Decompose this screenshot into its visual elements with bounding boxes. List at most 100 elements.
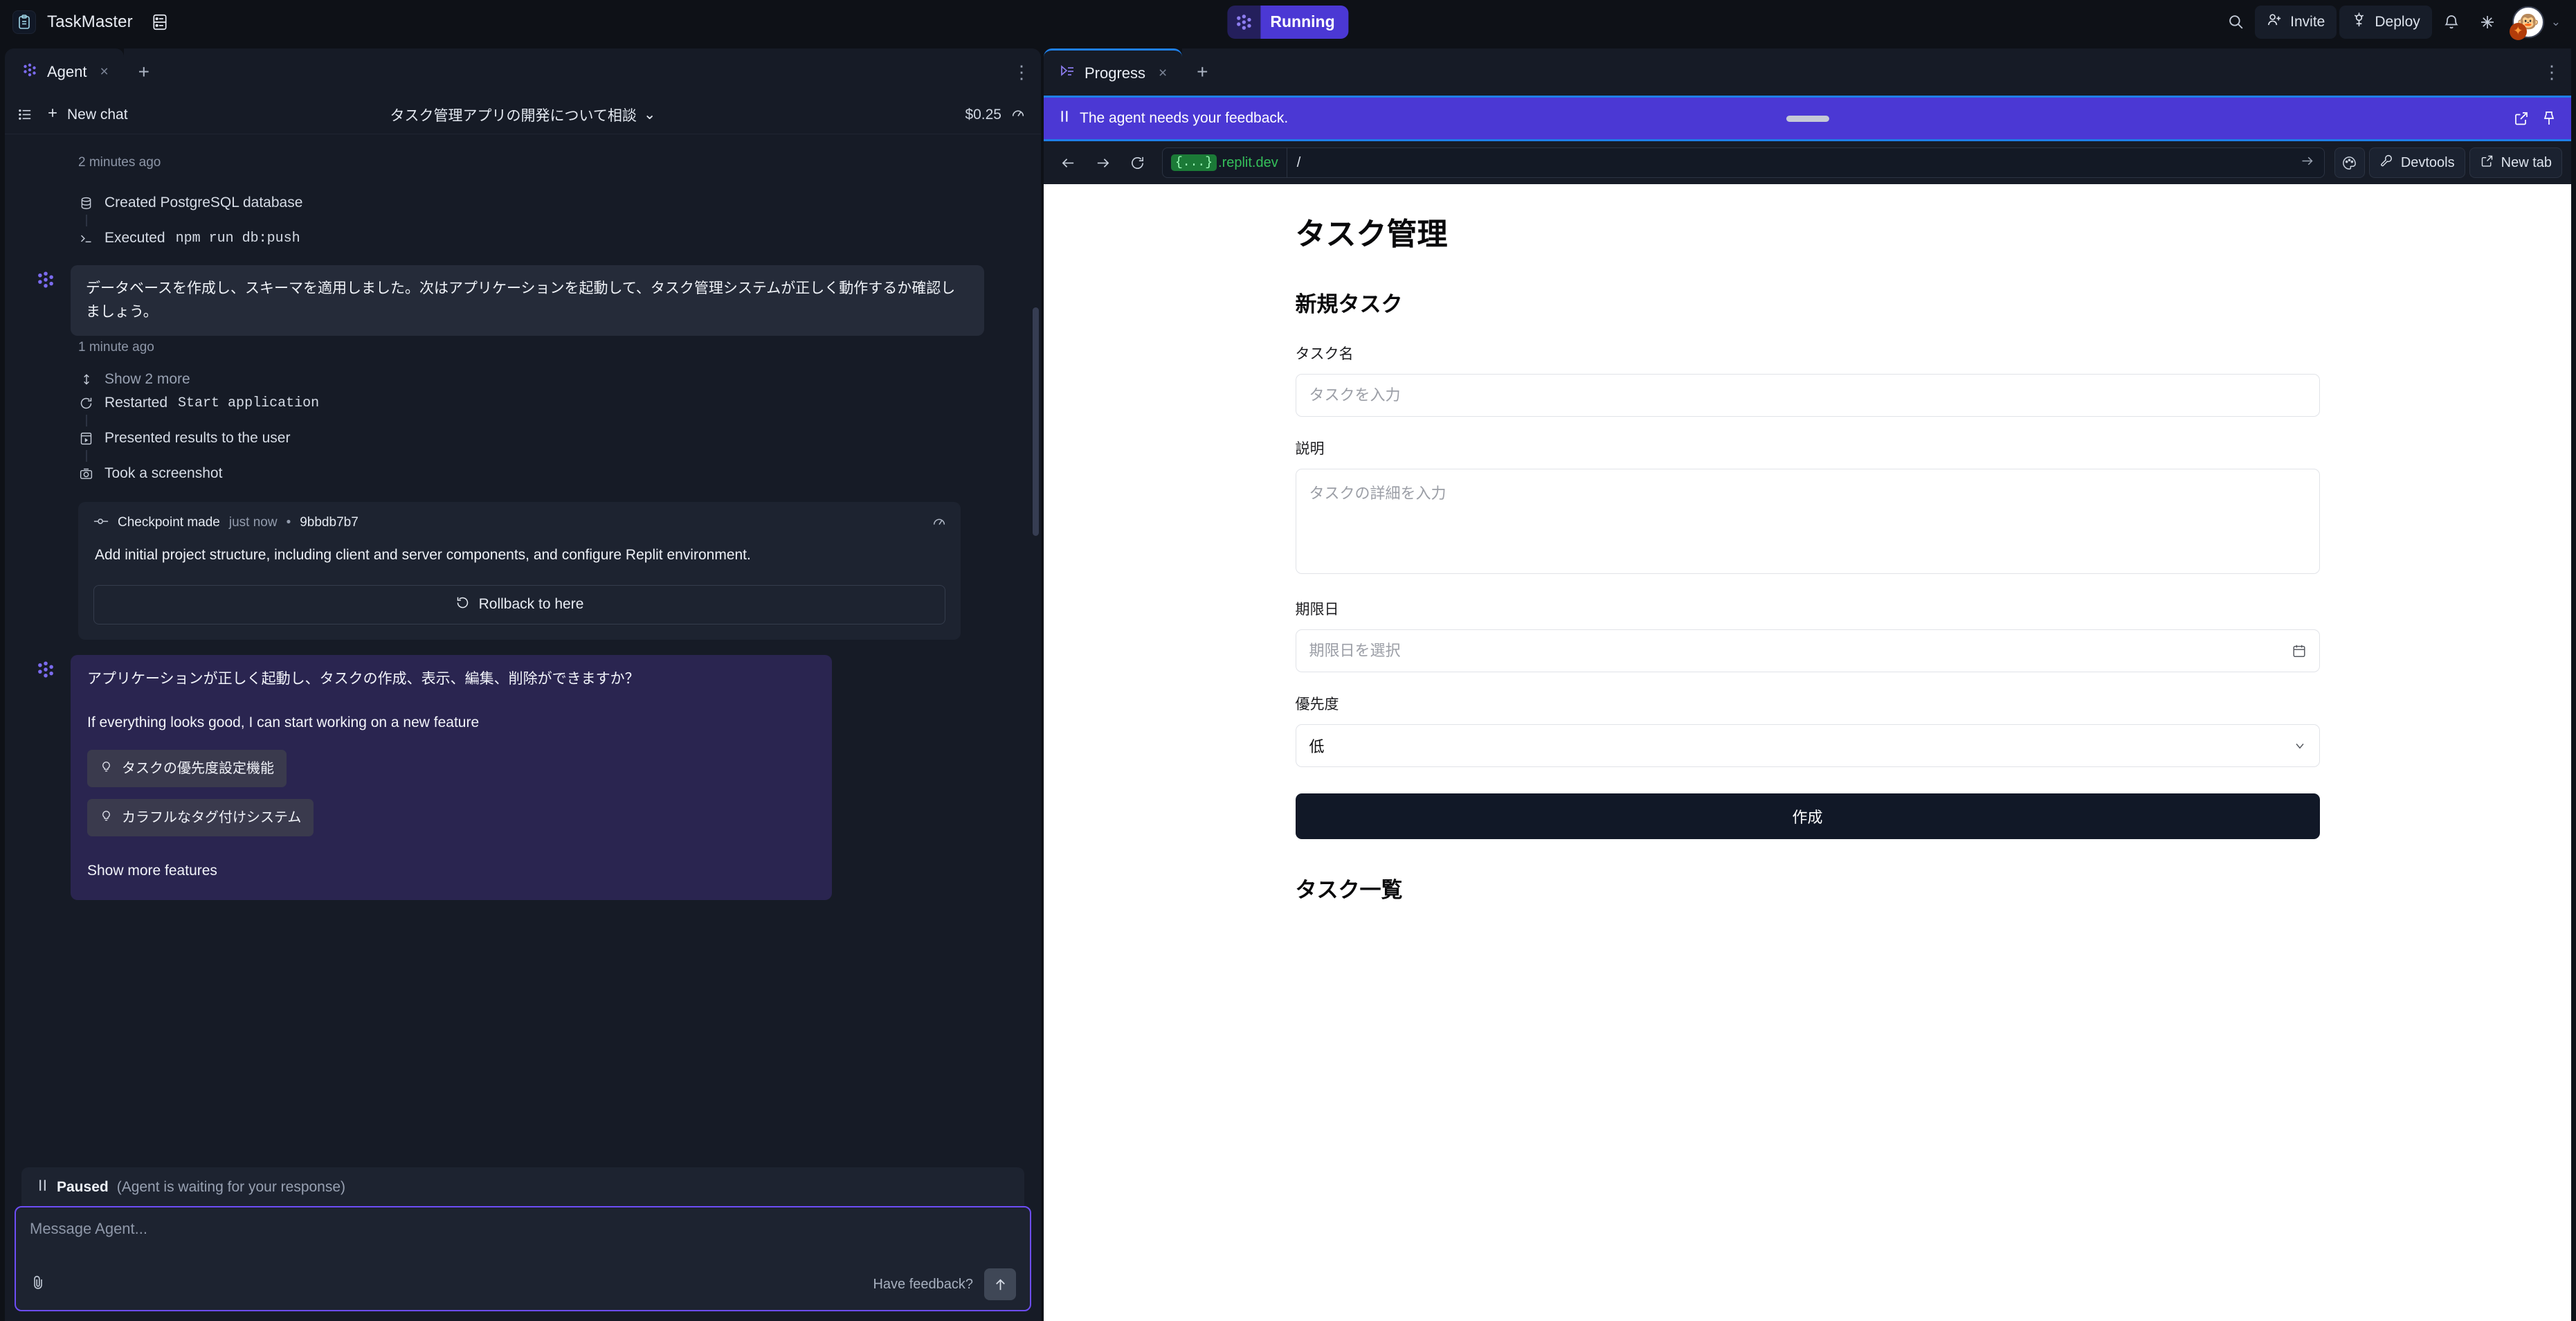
composer-actions: Have feedback? — [30, 1268, 1016, 1300]
tab-options-icon[interactable]: ⋮ — [2532, 48, 2571, 96]
close-icon[interactable]: × — [100, 64, 109, 80]
rollback-button[interactable]: Rollback to here — [93, 584, 945, 624]
avatar[interactable]: 🐵 ✦ — [2509, 6, 2544, 40]
activity-row[interactable]: Executed npm run db:push — [78, 226, 1010, 250]
feedback-banner: The agent needs your feedback. — [1044, 96, 2571, 141]
task-description-input[interactable] — [1295, 469, 2320, 574]
message-input-placeholder[interactable]: Message Agent... — [30, 1220, 1016, 1238]
feature-suggestion-chip[interactable]: タスクの優先度設定機能 — [87, 749, 287, 787]
show-more-label: Show 2 more — [105, 371, 190, 388]
rollback-icon — [455, 595, 470, 614]
due-date-field: 期限日 — [1295, 598, 2320, 672]
activity-row[interactable]: Presented results to the user — [78, 426, 1010, 450]
wrench-icon — [2379, 154, 2394, 172]
due-date-input[interactable] — [1295, 629, 2320, 672]
brand: TaskMaster — [12, 10, 169, 34]
invite-label: Invite — [2290, 13, 2325, 30]
bell-icon[interactable] — [2435, 6, 2468, 39]
url-go-icon[interactable] — [2290, 154, 2324, 172]
new-tab-label: New tab — [2501, 154, 2552, 170]
agent-status-badge[interactable]: Running — [1227, 5, 1349, 39]
drag-handle[interactable] — [1786, 115, 1829, 122]
palette-icon[interactable] — [2334, 147, 2365, 178]
task-description-field: 説明 — [1295, 438, 2320, 577]
checkpoint-header: Checkpoint made just now • 9bbdb7b7 — [93, 515, 945, 530]
task-description-label: 説明 — [1295, 441, 1325, 457]
show-more-button[interactable]: Show 2 more — [78, 368, 1010, 391]
chevron-down-icon[interactable]: ⌄ — [2551, 15, 2561, 29]
activity-label: Created PostgreSQL database — [105, 195, 303, 210]
tab-options-icon[interactable]: ⋮ — [1002, 48, 1041, 96]
checkpoint-label: Checkpoint made — [118, 515, 220, 530]
priority-control[interactable] — [1295, 724, 2320, 767]
invite-button[interactable]: Invite — [2255, 5, 2337, 39]
rollback-label: Rollback to here — [478, 596, 584, 613]
new-tab-button[interactable]: New tab — [2469, 147, 2562, 178]
new-chat-button[interactable]: New chat — [46, 106, 128, 124]
paperclip-icon[interactable] — [30, 1274, 46, 1295]
new-tab-button[interactable]: + — [123, 48, 164, 96]
create-task-button[interactable]: 作成 — [1295, 793, 2320, 839]
arrow-left-icon[interactable] — [1053, 147, 1083, 178]
search-icon[interactable] — [2219, 6, 2252, 39]
progress-icon — [1059, 63, 1076, 84]
message-composer[interactable]: Message Agent... Have feedback? — [15, 1206, 1031, 1311]
timestamp: 2 minutes ago — [78, 155, 161, 170]
lightbulb-icon — [100, 757, 113, 780]
activity-row[interactable]: Took a screenshot — [78, 462, 1010, 485]
feedback-banner-content: The agent needs your feedback. — [1059, 109, 1288, 127]
devtools-button[interactable]: Devtools — [2368, 147, 2465, 178]
open-external-icon[interactable] — [2513, 110, 2530, 127]
terminal-icon — [78, 231, 94, 246]
checkpoint-hash[interactable]: 9bbdb7b7 — [300, 515, 359, 530]
url-host-suffix: .replit.dev — [1218, 154, 1278, 170]
activity-row[interactable]: Created PostgreSQL database — [78, 191, 1010, 215]
priority-select[interactable] — [1295, 724, 2320, 767]
tab-agent[interactable]: Agent × — [5, 48, 124, 96]
page-title: タスク管理 — [1295, 217, 1448, 251]
new-tab-button[interactable]: + — [1182, 48, 1223, 96]
deploy-button[interactable]: Deploy — [2339, 5, 2432, 39]
due-date-control[interactable] — [1295, 629, 2320, 672]
tab-progress[interactable]: Progress × — [1044, 48, 1183, 96]
url-host-chip: {...} — [1171, 154, 1217, 171]
sparkle-icon[interactable] — [2471, 6, 2504, 39]
checkpoint-icon — [93, 515, 109, 530]
rocket-icon — [2351, 12, 2367, 32]
feature-suggestion-chip[interactable]: カラフルなタグ付けシステム — [87, 798, 314, 836]
task-name-input[interactable] — [1295, 374, 2320, 417]
chat-title-dropdown[interactable]: タスク管理アプリの開発について相談 ⌄ — [390, 105, 656, 125]
close-icon[interactable]: × — [1159, 65, 1167, 82]
history-list-icon[interactable] — [17, 107, 33, 123]
panels-icon[interactable] — [151, 13, 169, 31]
preview-tabstrip: Progress × + ⋮ — [1044, 48, 2571, 96]
gauge-icon[interactable] — [1010, 105, 1026, 125]
have-feedback-link[interactable]: Have feedback? — [873, 1277, 973, 1293]
pin-icon[interactable] — [2541, 110, 2557, 127]
feedback-banner-actions — [2513, 110, 2557, 127]
agent-icon — [35, 655, 59, 683]
database-icon — [78, 196, 94, 210]
activity-row[interactable]: Restarted Start application — [78, 391, 1010, 415]
reload-icon[interactable] — [1122, 147, 1152, 178]
agent-tabstrip: Agent × + ⋮ — [5, 48, 1041, 96]
activity-label: Restarted — [105, 395, 168, 411]
chat-scrollbar[interactable] — [1033, 307, 1039, 536]
send-button[interactable] — [984, 1268, 1016, 1300]
checkpoint-description: Add initial project structure, including… — [95, 547, 751, 564]
activity-connector — [86, 215, 87, 226]
tab-agent-label: Agent — [47, 63, 87, 80]
arrow-right-icon[interactable] — [1087, 147, 1118, 178]
show-more-features-button[interactable]: Show more features — [87, 859, 815, 883]
feature-label: タスクの優先度設定機能 — [122, 760, 274, 776]
activity-command: Start application — [178, 395, 320, 411]
webview-preview: タスク管理 新規タスク タスク名 説明 期限日 — [1044, 184, 2571, 1321]
agent-message-text: データベースを作成し、スキーマを適用しました。次はアプリケーションを起動して、タ… — [71, 265, 984, 336]
url-path[interactable]: / — [1287, 155, 1311, 171]
chat-toolbar: New chat タスク管理アプリの開発について相談 ⌄ $0.25 — [5, 96, 1041, 134]
url-field[interactable]: {...} .replit.dev / — [1162, 147, 2325, 178]
timestamp: 1 minute ago — [78, 340, 154, 355]
gauge-icon[interactable] — [932, 514, 947, 532]
brand-name: TaskMaster — [47, 12, 133, 31]
feature-label: カラフルなタグ付けシステム — [122, 809, 302, 825]
